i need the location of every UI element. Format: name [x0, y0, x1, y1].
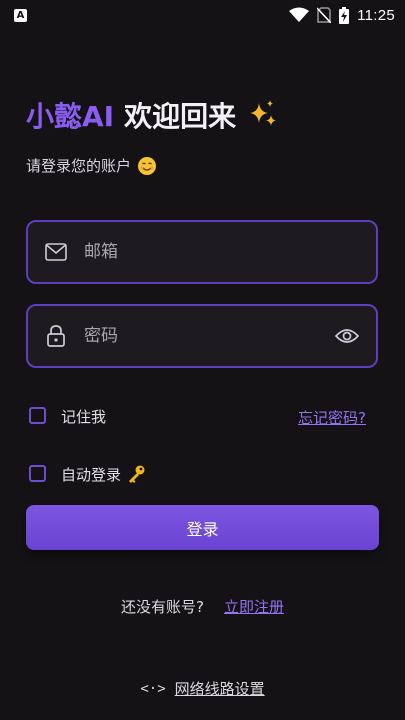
status-right: 11:25	[289, 6, 395, 24]
remember-me-checkbox[interactable]	[29, 407, 46, 424]
notification-app-icon: A	[14, 8, 27, 22]
sparkles-icon	[246, 98, 280, 132]
status-left: A	[14, 8, 27, 22]
code-network-icon: <·>	[140, 680, 166, 697]
status-clock: 11:25	[357, 6, 395, 24]
email-field[interactable]	[26, 220, 378, 284]
no-account-text: 还没有账号?	[121, 598, 204, 616]
password-input[interactable]	[82, 325, 334, 347]
battery-charging-icon	[339, 6, 350, 24]
mail-icon	[44, 240, 68, 264]
remember-me-label[interactable]: 记住我	[61, 406, 106, 427]
subtitle-text: 请登录您的账户	[26, 157, 132, 175]
status-bar: A 11:25	[0, 0, 405, 30]
welcome-headline: 小懿AI 欢迎回来	[26, 95, 280, 135]
brand-name: 小懿AI	[26, 100, 115, 133]
show-password-eye-icon[interactable]	[334, 323, 360, 349]
wifi-icon	[289, 7, 310, 23]
smiling-face-icon	[137, 156, 157, 176]
key-icon	[126, 464, 146, 488]
welcome-text: 欢迎回来	[124, 100, 237, 133]
network-settings-link[interactable]: 网络线路设置	[175, 678, 265, 699]
register-link[interactable]: 立即注册	[224, 596, 284, 617]
auto-login-label[interactable]: 自动登录	[61, 464, 121, 485]
email-input[interactable]	[82, 241, 360, 263]
network-settings-row[interactable]: <·> 网络线路设置	[0, 678, 405, 699]
register-row: 还没有账号? 立即注册	[0, 596, 405, 617]
forgot-password-link[interactable]: 忘记密码?	[298, 407, 366, 428]
password-field[interactable]	[26, 304, 378, 368]
login-button[interactable]: 登录	[26, 505, 379, 550]
lock-icon	[44, 324, 68, 348]
login-subtitle: 请登录您的账户	[26, 155, 157, 176]
auto-login-checkbox[interactable]	[29, 465, 46, 482]
no-sim-icon	[317, 7, 332, 23]
